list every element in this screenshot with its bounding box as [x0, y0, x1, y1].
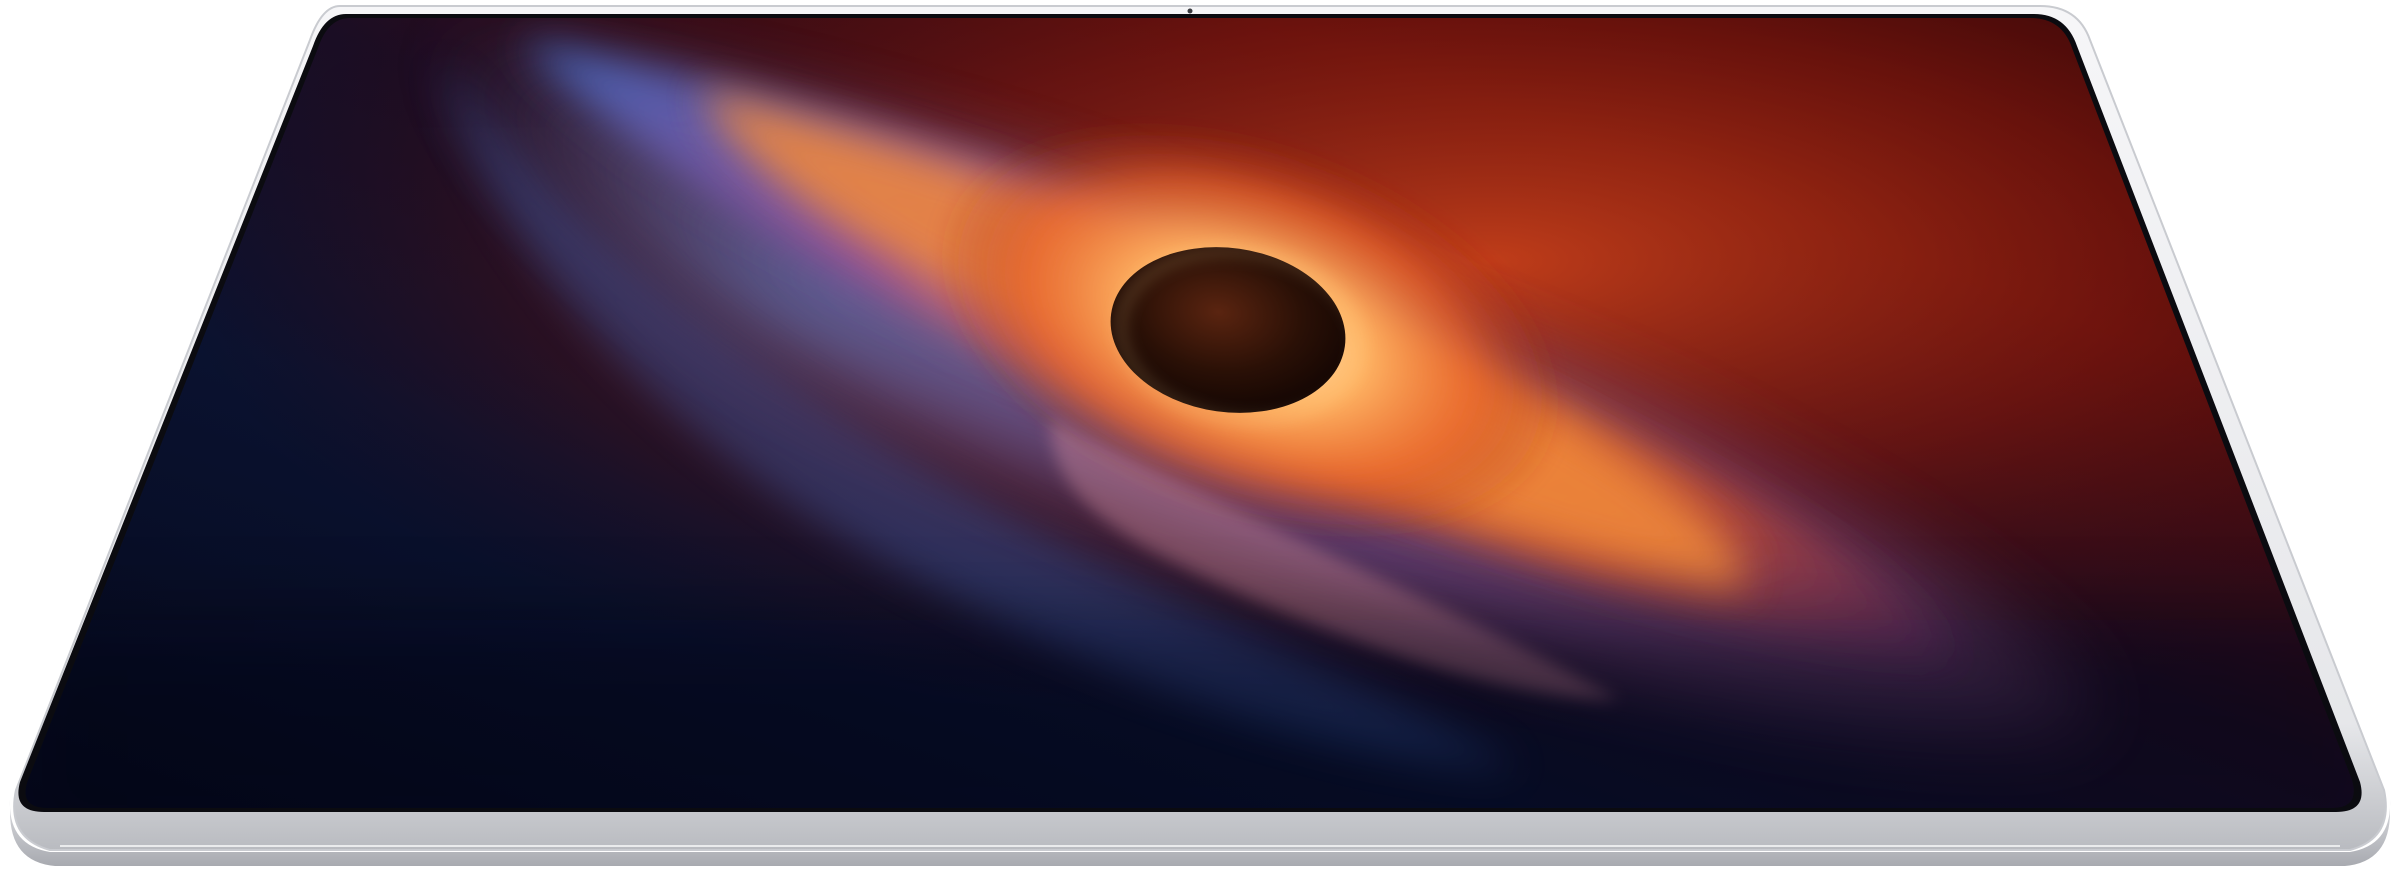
- front-camera-icon: [1187, 8, 1193, 14]
- galaxy-wallpaper: [25, 18, 2354, 808]
- product-render-stage: [0, 0, 2400, 871]
- tablet-illustration: [9, 5, 2391, 866]
